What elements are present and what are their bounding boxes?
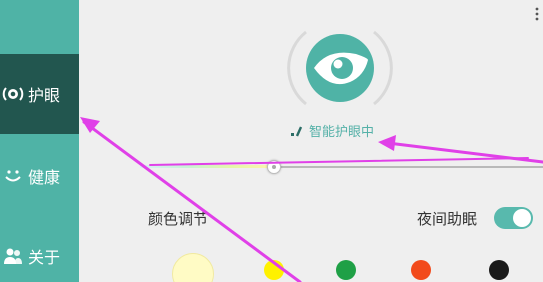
sidebar: 护眼 健康 关于 bbox=[0, 0, 79, 282]
signal-icon bbox=[291, 126, 303, 136]
annotation-arrows bbox=[80, 117, 543, 282]
smart-eye-care-status: 智能护眼中 bbox=[287, 121, 374, 140]
swatch-yellow[interactable] bbox=[264, 260, 284, 280]
sidebar-item-eye-care[interactable]: 护眼 bbox=[0, 54, 79, 134]
swatch-cream[interactable] bbox=[172, 253, 214, 282]
sidebar-item-label: 关于 bbox=[28, 248, 61, 267]
color-adjust-label: 颜色调节 bbox=[148, 210, 209, 228]
smile-icon bbox=[5, 170, 21, 182]
annotation-line bbox=[149, 157, 529, 166]
annotation-arrow-line bbox=[386, 141, 543, 164]
color-temperature-slider-thumb[interactable] bbox=[266, 160, 281, 174]
color-temperature-slider-fill bbox=[140, 165, 273, 168]
sidebar-item-label: 护眼 bbox=[28, 86, 61, 105]
swatch-green[interactable] bbox=[336, 260, 356, 280]
sidebar-item-about[interactable]: 关于 bbox=[0, 216, 79, 282]
more-menu-icon[interactable] bbox=[533, 6, 541, 26]
eye-protection-logo-icon[interactable] bbox=[286, 24, 394, 112]
night-sleep-toggle[interactable] bbox=[494, 207, 533, 229]
annotation-arrowhead bbox=[378, 135, 396, 151]
app-window: 护眼 健康 关于 智能护眼中 颜色调节 夜间助眠 bbox=[0, 0, 543, 282]
eye-ring-icon bbox=[2, 87, 24, 101]
swatch-orange[interactable] bbox=[411, 260, 431, 280]
people-icon bbox=[4, 248, 22, 264]
sidebar-item-label: 健康 bbox=[28, 168, 61, 187]
toggle-knob bbox=[513, 209, 531, 227]
swatch-black[interactable] bbox=[489, 260, 509, 280]
mode-label-text: 智能护眼中 bbox=[309, 125, 375, 140]
sidebar-item-health[interactable]: 健康 bbox=[0, 136, 79, 216]
night-sleep-label: 夜间助眠 bbox=[417, 210, 478, 228]
annotation-arrowhead bbox=[80, 117, 100, 133]
